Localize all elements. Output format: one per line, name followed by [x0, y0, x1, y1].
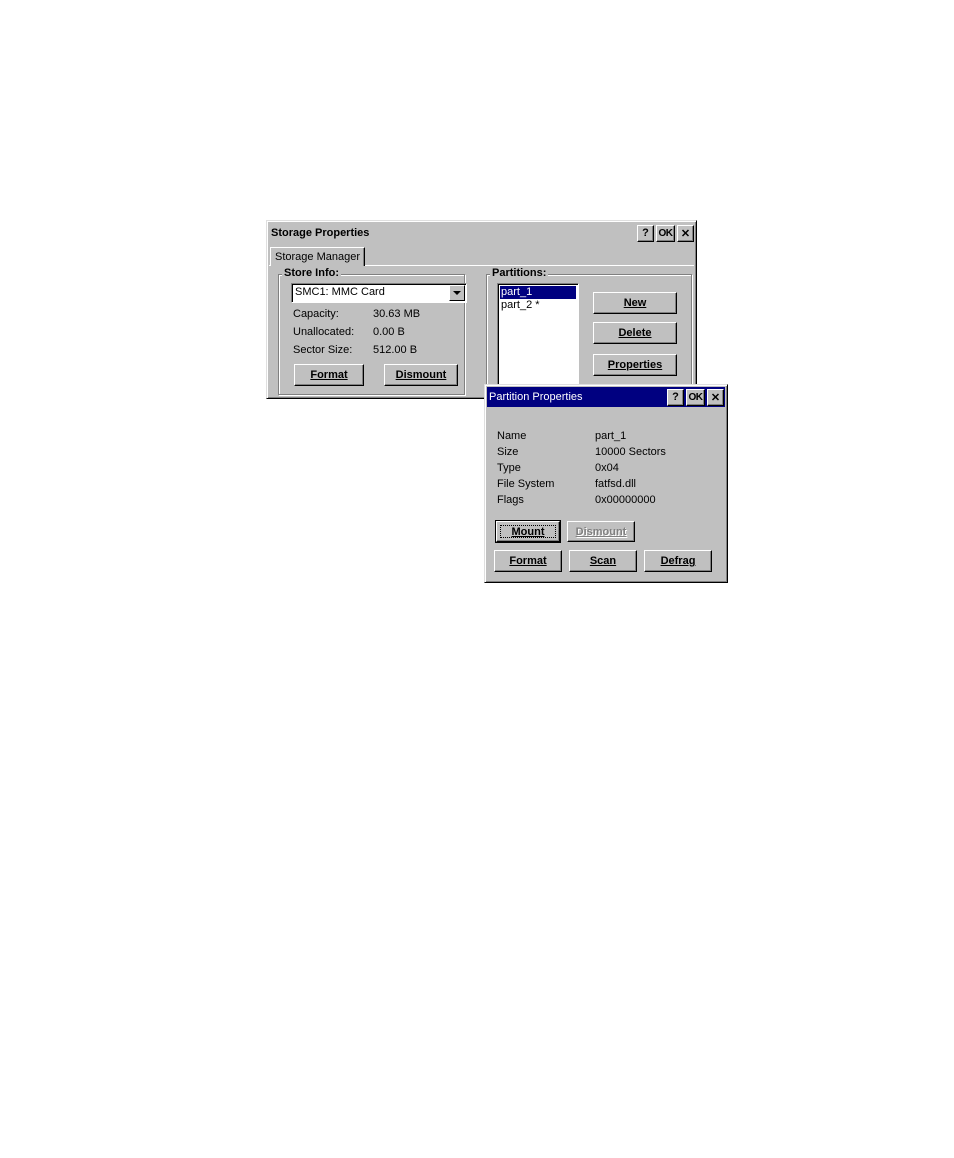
tab-label: Storage Manager — [275, 251, 360, 263]
unallocated-value: 0.00 B — [373, 326, 405, 338]
storage-titlebar: Storage Properties ? OK ✕ — [269, 223, 694, 243]
storage-properties-window: Storage Properties ? OK ✕ Storage Manage… — [266, 220, 697, 399]
close-icon: ✕ — [710, 391, 721, 404]
store-select[interactable]: SMC1: MMC Card — [291, 283, 467, 303]
type-value: 0x04 — [595, 462, 619, 474]
defrag-button[interactable]: Defrag — [644, 550, 712, 572]
unallocated-label: Unallocated: — [293, 326, 355, 338]
file-system-value: fatfsd.dll — [595, 478, 636, 490]
ok-button[interactable]: OK — [686, 388, 705, 406]
capacity-value: 30.63 MB — [373, 308, 421, 320]
sector-size-value: 512.00 B — [373, 344, 418, 356]
list-item-label: part_1 — [501, 286, 533, 298]
partition-list[interactable]: part_1 part_2 * — [497, 283, 579, 391]
partitions-label: Partitions: — [490, 267, 549, 279]
close-icon: ✕ — [680, 227, 691, 240]
close-button[interactable]: ✕ — [707, 388, 724, 406]
dropdown-button[interactable] — [449, 285, 465, 301]
ok-button[interactable]: OK — [656, 224, 675, 242]
name-label: Name — [497, 430, 527, 442]
mount-button[interactable]: Mount — [495, 520, 561, 543]
tab-storage-manager[interactable]: Storage Manager — [270, 247, 365, 266]
dismount-button[interactable]: Dismount — [567, 521, 635, 542]
store-info-label: Store Info: — [282, 267, 341, 279]
file-system-label: File System — [497, 478, 555, 490]
store-info-group: Store Info: SMC1: MMC Card Capacity: 30.… — [278, 267, 467, 395]
sector-size-label: Sector Size: — [293, 344, 353, 356]
delete-button[interactable]: Delete — [593, 322, 677, 344]
store-select-value: SMC1: MMC Card — [295, 286, 385, 298]
partitions-group: Partitions: part_1 part_2 * New Delete P… — [486, 267, 692, 395]
window-title: Partition Properties — [489, 391, 583, 403]
scan-button[interactable]: Scan — [569, 550, 637, 572]
window-title: Storage Properties — [271, 227, 370, 239]
size-value: 10000 Sectors — [595, 446, 666, 458]
flags-label: Flags — [497, 494, 524, 506]
help-button[interactable]: ? — [667, 388, 684, 406]
list-item-label: part_2 * — [501, 299, 540, 311]
format-button[interactable]: Format — [494, 550, 562, 572]
type-label: Type — [497, 462, 521, 474]
partition-properties-window: Partition Properties ? OK ✕ Name part_1 … — [484, 384, 728, 583]
size-label: Size — [497, 446, 519, 458]
flags-value: 0x00000000 — [595, 494, 656, 506]
name-value: part_1 — [595, 430, 627, 442]
capacity-label: Capacity: — [293, 308, 339, 320]
partition-titlebar: Partition Properties ? OK ✕ — [487, 387, 725, 407]
dismount-button[interactable]: Dismount — [384, 364, 458, 386]
properties-button[interactable]: Properties — [593, 354, 677, 376]
new-button[interactable]: New — [593, 292, 677, 314]
close-button[interactable]: ✕ — [677, 224, 694, 242]
format-button[interactable]: Format — [294, 364, 364, 386]
list-item[interactable]: part_2 * — [500, 299, 576, 312]
help-button[interactable]: ? — [637, 224, 654, 242]
list-item[interactable]: part_1 — [500, 286, 576, 299]
chevron-down-icon — [453, 291, 461, 295]
